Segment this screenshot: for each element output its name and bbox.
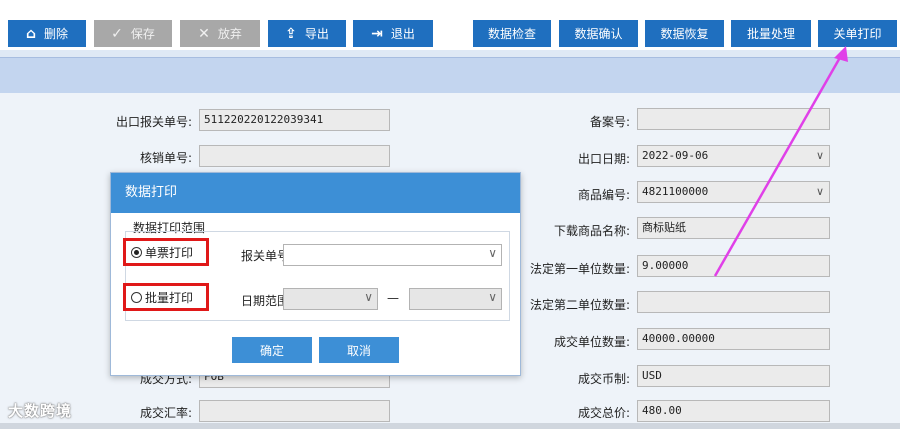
- bottom-strip: [0, 423, 900, 429]
- watermark: 大数跨境: [8, 402, 73, 420]
- annotation-arrow: [713, 46, 848, 277]
